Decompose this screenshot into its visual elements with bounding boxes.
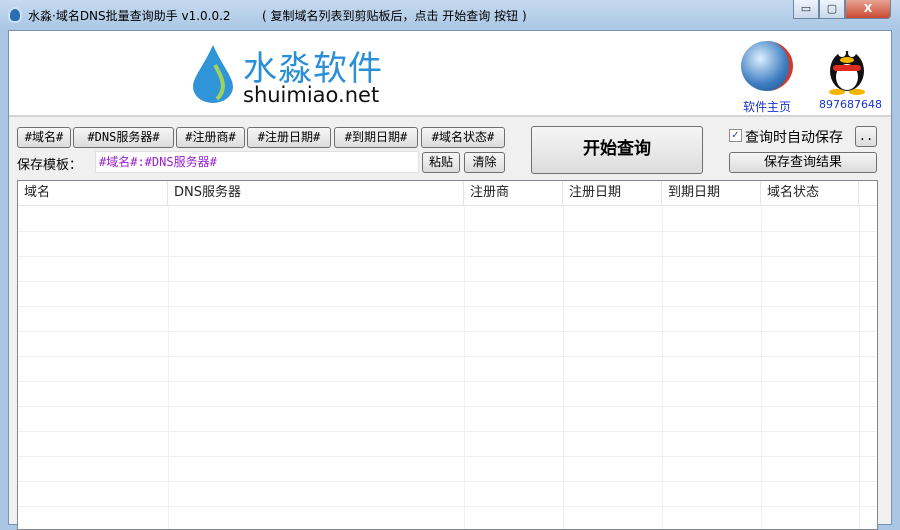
title-hint: ( 复制域名列表到剪贴板后，点击 开始查询 按钮 ) [262,9,527,23]
paste-button[interactable]: 粘贴 [422,152,460,173]
tag-status-button[interactable]: #域名状态# [421,127,505,148]
main-window: 水淼软件 shuimiao.net 软件主页 897687648 #域名# #D… [8,30,892,530]
more-options-button[interactable]: .. [855,126,877,147]
grid-row-line [18,356,877,357]
column-header-reg-date[interactable]: 注册日期 [563,181,662,206]
template-label: 保存模板： [17,158,83,173]
template-input[interactable]: #域名#:#DNS服务器# [95,151,419,173]
column-header-exp-date[interactable]: 到期日期 [662,181,761,206]
header-banner: 水淼软件 shuimiao.net 软件主页 897687648 [9,31,891,117]
tag-dns-button[interactable]: #DNS服务器# [73,127,174,148]
title-bar: 水淼·域名DNS批量查询助手 v1.0.0.2 ( 复制域名列表到剪贴板后，点击… [0,0,900,30]
maximize-button[interactable]: ▢ [819,0,845,19]
water-drop-logo-icon [193,45,233,103]
grid-row-line [18,256,877,257]
app-icon [8,7,22,23]
homepage-link[interactable]: 软件主页 [743,98,791,115]
tag-exp-date-button[interactable]: #到期日期# [334,127,418,148]
grid-row-line [18,281,877,282]
grid-row-line [18,456,877,457]
tag-reg-date-button[interactable]: #注册日期# [247,127,331,148]
minimize-button[interactable]: ▭ [793,0,819,19]
grid-row-line [18,506,877,507]
column-header-dns[interactable]: DNS服务器 [168,181,464,206]
logo-english-text: shuimiao.net [243,83,380,107]
grid-row-line [18,381,877,382]
auto-save-label: 查询时自动保存 [745,130,843,146]
save-results-button[interactable]: 保存查询结果 [729,152,877,173]
clear-button[interactable]: 清除 [464,152,505,173]
start-query-button[interactable]: 开始查询 [531,126,703,174]
globe-icon[interactable] [741,41,793,91]
qq-link[interactable]: 897687648 [819,98,882,111]
column-header-status[interactable]: 域名状态 [761,181,859,206]
grid-row-line [18,331,877,332]
qq-penguin-icon[interactable] [827,39,867,95]
auto-save-checkbox[interactable]: ✓ [729,129,742,142]
column-header-registrar[interactable]: 注册商 [464,181,563,206]
grid-row-line [18,231,877,232]
grid-row-line [18,306,877,307]
grid-row-line [18,481,877,482]
results-table[interactable]: 域名 DNS服务器 注册商 注册日期 到期日期 域名状态 [17,180,878,530]
grid-row-line [18,431,877,432]
table-header: 域名 DNS服务器 注册商 注册日期 到期日期 域名状态 [18,181,877,206]
column-header-domain[interactable]: 域名 [18,181,168,206]
tag-registrar-button[interactable]: #注册商# [176,127,245,148]
close-button[interactable]: X [845,0,891,19]
grid-row-line [18,406,877,407]
tag-domain-button[interactable]: #域名# [17,127,71,148]
window-title: 水淼·域名DNS批量查询助手 v1.0.0.2 [28,9,231,23]
